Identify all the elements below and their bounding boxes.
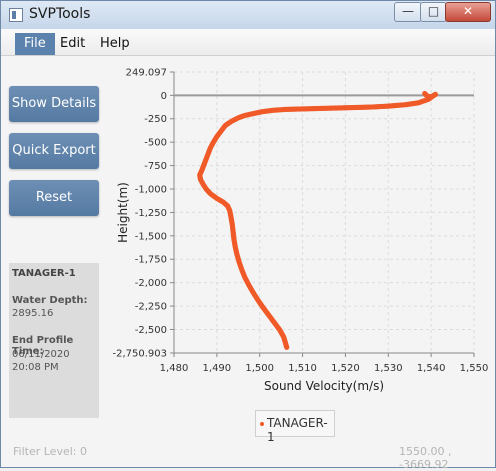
filter-level-status: Filter Level: 0: [13, 445, 87, 458]
x-tick-label: 1,510: [288, 363, 317, 374]
y-tick-label: -1,000: [135, 184, 167, 195]
x-axis-label: Sound Velocity(m/s): [264, 379, 384, 393]
legend-label: TANAGER-1: [267, 416, 328, 444]
y-tick-label: -750: [144, 161, 167, 172]
y-axis-label: Height(m): [116, 182, 130, 243]
y-tick-label: -500: [144, 138, 167, 149]
x-tick-label: 1,500: [245, 363, 274, 374]
legend-marker: [260, 422, 264, 426]
y-tick-label: 0: [161, 91, 167, 102]
y-tick-label: -2,750.903: [112, 349, 167, 360]
x-tick-label: 1,520: [331, 363, 360, 374]
sound-velocity-chart: 1,480 1,490 1,500 1,510 1,520 1,530 1,540 1,550…: [112, 68, 489, 394]
x-tick-label: 1,480: [160, 363, 189, 374]
y-tick-label: -1,250: [135, 208, 167, 219]
cursor-coordinates: 1550.00 , -3669.92: [399, 445, 452, 471]
y-tick-label: -1,500: [135, 231, 167, 242]
y-tick-label: -2,000: [135, 278, 167, 289]
y-tick-label: -250: [144, 114, 167, 125]
data-point: [284, 344, 290, 350]
y-tick-label: -2,500: [135, 325, 167, 336]
y-tick-label: -2,250: [135, 302, 167, 313]
x-tick-label: 1,550: [460, 363, 489, 374]
x-tick-label: 1,490: [203, 363, 232, 374]
x-tick-label: 1,530: [374, 363, 403, 374]
x-tick-label: 1,540: [417, 363, 446, 374]
y-tick-label: 249.097: [126, 68, 167, 79]
chart-legend: TANAGER-1: [255, 410, 335, 444]
app-window: SVPTools — □ ✕ File Edit Help Show Detai…: [0, 0, 496, 471]
y-tick-label: -1,750: [135, 255, 167, 266]
